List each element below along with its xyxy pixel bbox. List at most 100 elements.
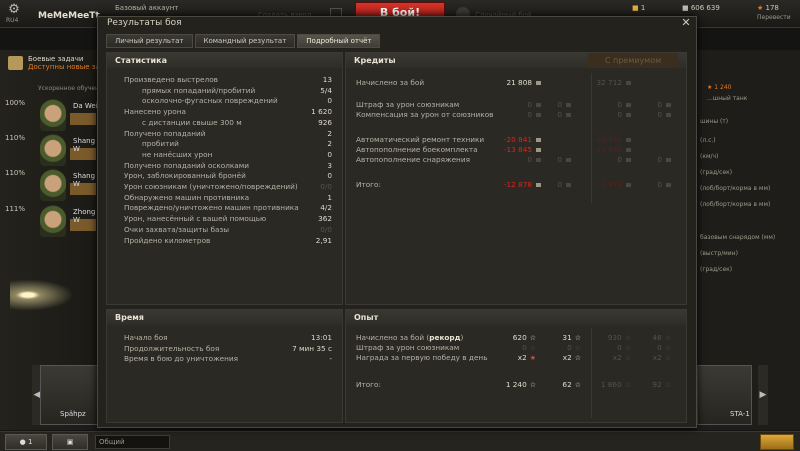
equipment-gold-premium: 0 xyxy=(657,155,671,165)
gold-compensation-premium: 0 xyxy=(657,110,671,120)
tank-stat-label: (л.с.) xyxy=(700,137,716,144)
exp-earned-label: Начислено за бой (рекорд) xyxy=(356,333,464,342)
quests-title: Боевые задачи xyxy=(28,55,84,63)
close-icon[interactable]: ✕ xyxy=(680,17,692,29)
time-label: Начало боя xyxy=(124,333,168,342)
time-row: Начало боя 13:01 xyxy=(107,333,332,343)
record-label: рекорд xyxy=(429,333,461,342)
ammo-cost-premium: -13 845 xyxy=(594,145,631,155)
exp-earned: 620 ☆ xyxy=(512,333,536,342)
crew-member[interactable]: 110% Shang W xyxy=(0,169,100,203)
stat-row: не нанёсших урон 0 xyxy=(107,150,332,160)
star-icon: ☆ xyxy=(624,344,631,352)
credits-icon xyxy=(536,148,541,152)
settings-gear-icon[interactable]: ⚙ xyxy=(7,3,21,17)
tank-xp: ★ 1 240 xyxy=(707,84,732,91)
stat-value: 4/2 xyxy=(320,203,332,213)
first-win-multiplier: x2 ★ xyxy=(517,353,536,362)
gold-fine: 0 xyxy=(557,100,571,110)
tank-stat-label: шины (т) xyxy=(700,118,729,125)
credits-fine: 0 xyxy=(527,100,541,110)
exp-earned-premium: 930 ☆ xyxy=(607,333,631,342)
star-icon: ☆ xyxy=(624,354,631,362)
chat-channels-button[interactable]: ▣ xyxy=(52,434,88,450)
player-nickname[interactable]: MeMeMeeTt xyxy=(38,11,100,21)
crew-portrait xyxy=(40,134,66,166)
carousel-right-arrow[interactable]: ▶ xyxy=(758,365,768,425)
star-icon: ☆ xyxy=(529,344,536,352)
experience-section: Опыт Начислено за бой (рекорд) 620 ☆ 31 ☆ … xyxy=(345,309,687,423)
person-icon: ● xyxy=(19,438,28,446)
stat-row: Нанесено урона 1 620 xyxy=(107,107,332,117)
time-row: Продолжительность боя 7 мин 35 с xyxy=(107,344,332,354)
stat-row: осколочно-фугасных повреждений 0 xyxy=(107,96,332,106)
free-exp-total-premium: 92 ☆ xyxy=(652,380,671,389)
stat-row: Пройдено километров 2,91 xyxy=(107,236,332,246)
free-xp-icon: ☆ xyxy=(664,354,671,362)
stat-label: Повреждено/уничтожено машин противника xyxy=(124,203,299,213)
equipment-label: Автопополнение снаряжения xyxy=(356,155,470,164)
stat-value: 13 xyxy=(322,75,332,84)
credits-icon xyxy=(536,158,541,162)
free-xp-icon: ☆ xyxy=(664,381,671,389)
first-win-label: Награда за первую победу в день xyxy=(356,353,488,362)
ammo-label: Автопополнение боекомплекта xyxy=(356,145,478,154)
dialog-title: Результаты боя xyxy=(107,18,182,28)
tank-stat-label: (км/ч) xyxy=(700,153,719,160)
first-win-multiplier-premium: x2 ☆ xyxy=(612,353,631,362)
gold-total-premium: 0 xyxy=(657,180,671,190)
stat-label: прямых попаданий/пробитий xyxy=(142,85,256,95)
stat-value: 3 xyxy=(327,160,332,170)
credits-icon xyxy=(626,158,631,162)
free-first-win-multiplier-premium: x2 ☆ xyxy=(652,353,671,362)
tab-team-result[interactable]: Командный результат xyxy=(194,34,296,48)
players-online-button[interactable]: ● 1 xyxy=(5,434,47,450)
crew-member[interactable]: 100% Da Wei xyxy=(0,99,100,133)
free-exp-earned: 31 ☆ xyxy=(562,333,581,342)
crew-member[interactable]: 111% Zhong W xyxy=(0,205,100,239)
time-value: 13:01 xyxy=(310,333,332,342)
gold-icon xyxy=(666,113,671,117)
gold-fine-premium: 0 xyxy=(657,100,671,110)
gold-icon xyxy=(566,103,571,107)
credits-section: Кредиты С премиумом Начислено за бой 21 … xyxy=(345,52,687,305)
crew-name: Zhong W xyxy=(73,208,96,224)
equipment-cost: 0 xyxy=(527,155,541,165)
stat-row: пробитий 2 xyxy=(107,139,332,149)
stat-value: 2 xyxy=(327,139,332,149)
tank-stat-label: (лоб/борт/корма в мм) xyxy=(700,185,771,192)
stat-row: Очки захвата/защиты базы 0/0 xyxy=(107,225,332,235)
quests-icon[interactable] xyxy=(8,56,23,70)
stat-value: 1 620 xyxy=(311,107,332,117)
time-header: Время xyxy=(107,310,342,325)
stat-label: Урон, нанесённый с вашей помощью xyxy=(124,214,267,224)
stat-label: Пройдено километров xyxy=(124,235,211,245)
convert-link[interactable]: Перевести xyxy=(757,14,791,21)
stat-value: 0/0 xyxy=(320,182,332,191)
credits-icon xyxy=(626,138,631,142)
stat-value: 362 xyxy=(318,214,332,224)
stat-row: прямых попаданий/пробитий 5/4 xyxy=(107,86,332,96)
free-xp-balance[interactable]: ★ 178 Перевести xyxy=(757,4,791,21)
time-label: Продолжительность боя xyxy=(124,343,220,353)
free-exp-total: 62 ☆ xyxy=(562,380,581,389)
gold-icon xyxy=(566,113,571,117)
crew-skill-pct: 111% xyxy=(5,205,26,213)
tab-detailed-report[interactable]: Подробный отчёт xyxy=(297,34,381,48)
chat-input[interactable]: Общий xyxy=(95,435,170,449)
credits-icon xyxy=(536,113,541,117)
notifications-button[interactable] xyxy=(760,434,794,450)
credits-icon xyxy=(536,103,541,107)
tab-personal-result[interactable]: Личный результат xyxy=(106,34,193,48)
credits-earned-label: Начислено за бой xyxy=(356,78,425,87)
stat-label: с дистанции свыше 300 м xyxy=(142,117,242,127)
credits-icon xyxy=(626,148,631,152)
gold-icon xyxy=(566,158,571,162)
bottom-bar: ● 1 ▣ Общий xyxy=(0,431,800,451)
account-type[interactable]: Базовый аккаунт xyxy=(115,4,178,12)
crew-member[interactable]: 110% Shang W xyxy=(0,134,100,168)
tank-stat-label: (град/сек) xyxy=(700,169,733,176)
stat-label: Произведено выстрелов xyxy=(124,75,218,84)
stat-value: 0 xyxy=(327,96,332,106)
stat-label: Получено попаданий осколками xyxy=(124,160,249,170)
